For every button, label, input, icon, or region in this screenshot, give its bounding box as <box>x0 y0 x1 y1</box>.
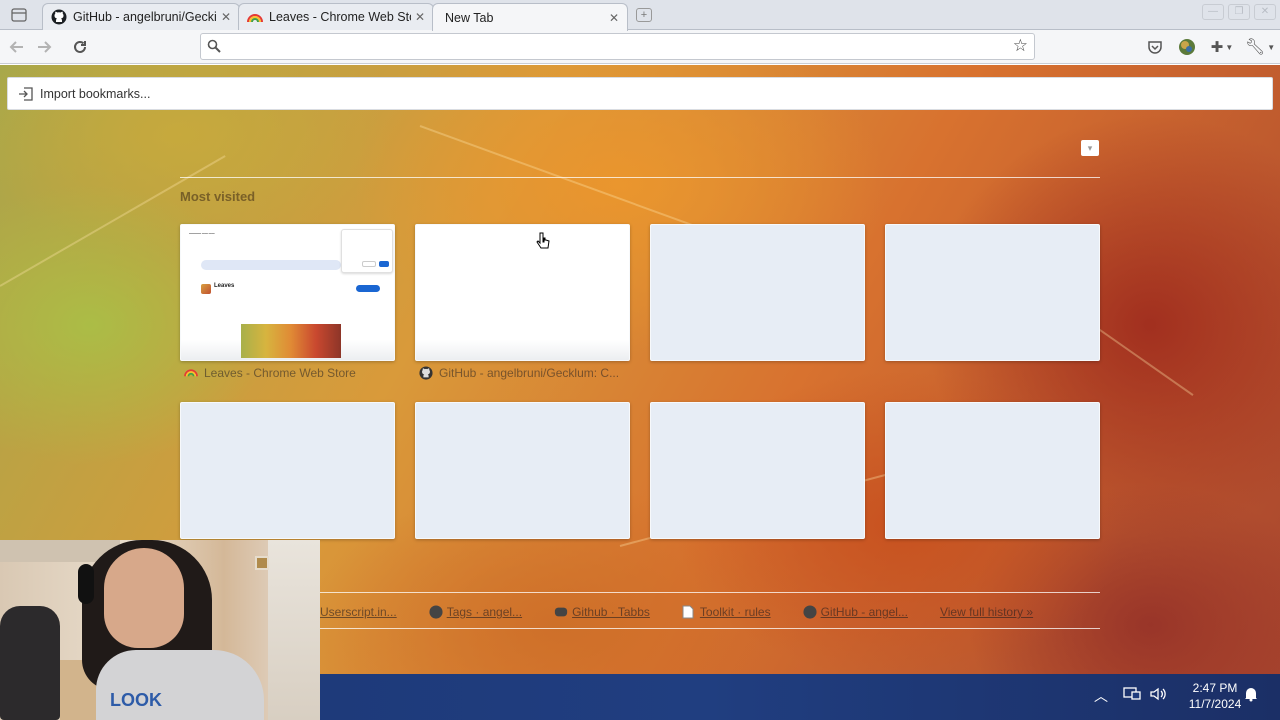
extensions-button[interactable]: ✚ ▼ <box>1206 36 1238 58</box>
recent-item[interactable]: GitHub - angel... <box>803 605 908 619</box>
search-icon <box>207 39 221 56</box>
close-icon[interactable]: ✕ <box>221 10 231 24</box>
divider <box>180 177 1100 178</box>
section-menu-button[interactable]: ▾ <box>1081 140 1099 156</box>
puzzle-icon: ✚ <box>1210 39 1224 56</box>
import-icon <box>18 86 34 101</box>
new-tab-button[interactable]: + <box>636 8 652 22</box>
rainbow-icon <box>184 366 198 380</box>
reload-button[interactable] <box>69 36 91 58</box>
chevron-down-icon: ▼ <box>1225 42 1234 52</box>
github-icon <box>803 605 817 619</box>
page-icon <box>682 605 696 619</box>
github-icon <box>51 9 67 25</box>
most-visited-tile[interactable] <box>650 224 865 361</box>
tab-title: GitHub - angelbruni/Geckiu <box>73 10 217 24</box>
rainbow-icon <box>247 9 263 25</box>
thumbnail-name: Leaves <box>214 283 235 289</box>
tab-new-tab[interactable]: New Tab ✕ <box>432 3 628 31</box>
thumbnail-header: ▬▬▬▬ ▬▬ ▬▬ <box>189 231 215 235</box>
webcam-headset <box>78 564 94 604</box>
github-icon <box>419 366 433 380</box>
recent-item[interactable]: Toolkit · rules <box>682 605 771 619</box>
most-visited-title: Most visited <box>180 189 256 204</box>
most-visited-tile[interactable] <box>885 402 1100 539</box>
recent-item-label: Tags · angel... <box>446 605 523 619</box>
recently-closed-bar: Userscript.in... Tags · angel... Github … <box>320 598 1100 626</box>
back-arrow-icon <box>9 41 23 53</box>
recent-item-label: Userscript.in... <box>320 605 397 619</box>
tile-caption-text: GitHub - angelbruni/Gecklum: C... <box>439 366 620 380</box>
most-visited-tile[interactable]: ▬▬▬▬ ▬▬ ▬▬ Leaves <box>180 224 395 361</box>
thumbnail-leaves-image <box>241 324 341 358</box>
close-icon[interactable]: ✕ <box>415 10 425 24</box>
clock-date: 11/7/2024 <box>1188 697 1242 711</box>
thumbnail-dialog <box>341 229 393 273</box>
chevron-down-icon: ▾ <box>1087 143 1093 153</box>
bookmark-bar: Import bookmarks... <box>7 77 1273 110</box>
view-full-history-link[interactable]: View full history » <box>940 605 1033 619</box>
toolbar: ☆ ✚ ▼ 🔧︎ ▼ <box>0 30 1280 64</box>
chevron-up-icon: ︿ <box>1094 688 1108 704</box>
most-visited-tile[interactable] <box>415 402 630 539</box>
discord-icon <box>554 605 568 619</box>
tab-strip: GitHub - angelbruni/Geckiu ✕ Leaves - Ch… <box>0 0 1280 31</box>
volume-icon[interactable] <box>1148 686 1168 702</box>
chevron-down-icon: ▼ <box>1267 42 1276 52</box>
bookmark-star-icon[interactable]: ☆ <box>1013 36 1028 56</box>
thumbnail-add-button <box>356 285 380 292</box>
recent-item-label: GitHub - angel... <box>820 605 908 619</box>
show-hidden-icons-button[interactable]: ︿ <box>1092 686 1110 706</box>
recent-item-label: Github · Tabbs <box>572 605 650 619</box>
maximize-button[interactable]: ❐ <box>1228 4 1250 20</box>
forward-arrow-icon <box>38 41 52 53</box>
tab-title: Leaves - Chrome Web Store <box>269 10 411 24</box>
taskbar: ︿ <box>320 674 1280 720</box>
webcam-shirt-text: LOOK <box>110 690 162 710</box>
wrench-icon: 🔧︎ <box>1244 39 1266 56</box>
network-icon[interactable] <box>1122 686 1142 702</box>
tab-overview-icon[interactable] <box>8 6 30 24</box>
recent-item[interactable]: Github · Tabbs <box>554 605 650 619</box>
tile-caption-text: Leaves - Chrome Web Store <box>204 366 356 380</box>
leaves-logo-icon <box>201 284 211 294</box>
webcam-wall-frame <box>255 556 269 570</box>
tab-title: New Tab <box>445 10 494 25</box>
tab-github[interactable]: GitHub - angelbruni/Geckiu ✕ <box>42 3 240 30</box>
back-button[interactable] <box>6 36 28 58</box>
webcam-chair <box>0 606 60 720</box>
webcam-person-face <box>104 548 184 648</box>
recent-item[interactable]: Userscript.in... <box>320 605 397 619</box>
most-visited-tile[interactable] <box>415 224 630 361</box>
most-visited-tile[interactable] <box>180 402 395 539</box>
import-bookmarks-link[interactable]: Import bookmarks... <box>40 87 150 101</box>
pocket-button[interactable] <box>1144 36 1166 58</box>
hand-cursor-icon <box>536 232 550 255</box>
minimize-button[interactable]: — <box>1202 4 1224 20</box>
extension-globe-button[interactable] <box>1176 36 1198 58</box>
globe-icon <box>1179 39 1195 55</box>
thumbnail-searchbar <box>201 260 341 270</box>
webcam-overlay: LOOK <box>0 540 320 720</box>
tile-caption[interactable]: Leaves - Chrome Web Store <box>184 365 399 381</box>
github-icon <box>429 605 443 619</box>
most-visited-tile[interactable] <box>885 224 1100 361</box>
tile-caption[interactable]: GitHub - angelbruni/Gecklum: C... <box>419 365 634 381</box>
most-visited-tile[interactable] <box>650 402 865 539</box>
webcam-window <box>268 540 320 720</box>
forward-button[interactable] <box>33 36 55 58</box>
omnibox[interactable]: ☆ <box>200 33 1035 60</box>
clock-time: 2:47 PM <box>1192 681 1238 695</box>
recent-item[interactable]: Tags · angel... <box>429 605 522 619</box>
taskbar-clock[interactable]: 2:47 PM 11/7/2024 <box>1175 680 1255 712</box>
pocket-icon <box>1148 40 1162 54</box>
reload-icon <box>74 40 86 53</box>
close-icon[interactable]: ✕ <box>609 11 619 25</box>
recent-item-label: Toolkit · rules <box>699 605 771 619</box>
omnibox-input[interactable] <box>229 37 999 56</box>
close-window-button[interactable]: ✕ <box>1254 4 1276 20</box>
settings-wrench-button[interactable]: 🔧︎ ▼ <box>1244 36 1276 58</box>
tab-leaves[interactable]: Leaves - Chrome Web Store ✕ <box>238 3 434 30</box>
